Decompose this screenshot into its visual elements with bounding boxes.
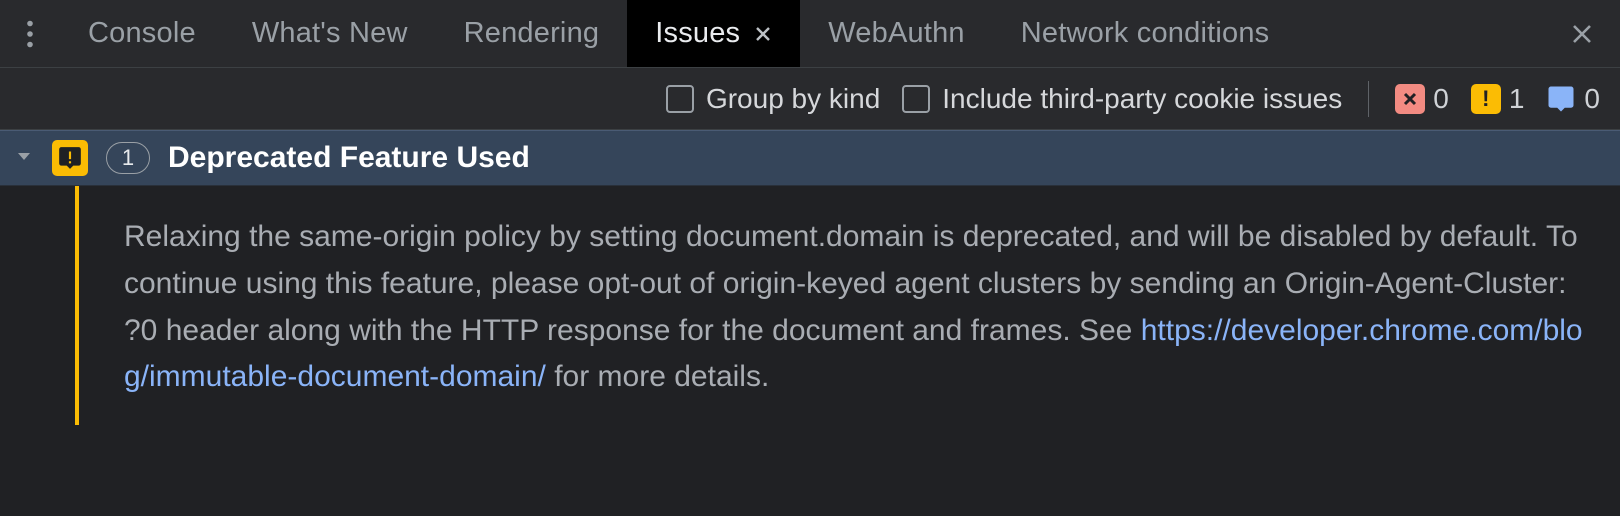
close-tab-icon[interactable] <box>754 25 772 43</box>
info-count[interactable]: 0 <box>1546 83 1600 115</box>
group-by-kind-checkbox[interactable]: Group by kind <box>666 83 880 115</box>
warning-count[interactable]: ! 1 <box>1471 83 1525 115</box>
issue-title: Deprecated Feature Used <box>168 141 530 175</box>
severity-rail <box>0 186 80 425</box>
checkbox-icon <box>666 85 694 113</box>
issue-count-pill: 1 <box>106 142 150 174</box>
tab-label: Console <box>88 17 196 50</box>
checkbox-icon <box>902 85 930 113</box>
count-value: 0 <box>1433 83 1449 115</box>
warning-icon: ! <box>1471 84 1501 114</box>
tab-label: Rendering <box>464 17 600 50</box>
tab-label: WebAuthn <box>828 17 965 50</box>
issue-body: Relaxing the same-origin policy by setti… <box>80 186 1620 425</box>
tab-label: Network conditions <box>1021 17 1270 50</box>
issue-description-text: for more details. <box>546 360 769 393</box>
expand-chevron-icon[interactable] <box>14 143 34 174</box>
warning-icon <box>52 140 88 176</box>
tab-webauthn[interactable]: WebAuthn <box>800 0 993 67</box>
tab-list: Console What's New Rendering Issues WebA… <box>60 0 1297 67</box>
issue-body-container: Relaxing the same-origin policy by setti… <box>0 186 1620 425</box>
drawer-tabbar: Console What's New Rendering Issues WebA… <box>0 0 1620 68</box>
tab-network-conditions[interactable]: Network conditions <box>993 0 1298 67</box>
divider <box>1368 81 1369 117</box>
count-value: 0 <box>1584 83 1600 115</box>
count-value: 1 <box>1509 83 1525 115</box>
tab-rendering[interactable]: Rendering <box>436 0 628 67</box>
close-drawer-button[interactable] <box>1554 0 1610 67</box>
tab-label: What's New <box>252 17 408 50</box>
tab-whats-new[interactable]: What's New <box>224 0 436 67</box>
tab-label: Issues <box>655 17 740 50</box>
error-count[interactable]: 0 <box>1395 83 1449 115</box>
include-third-party-checkbox[interactable]: Include third-party cookie issues <box>902 83 1342 115</box>
info-icon <box>1546 84 1576 114</box>
checkbox-label: Group by kind <box>706 83 880 115</box>
error-icon <box>1395 84 1425 114</box>
tab-issues[interactable]: Issues <box>627 0 800 67</box>
issues-toolbar: Group by kind Include third-party cookie… <box>0 68 1620 130</box>
issue-row-header[interactable]: 1 Deprecated Feature Used <box>0 130 1620 186</box>
tab-console[interactable]: Console <box>60 0 224 67</box>
more-menu-button[interactable] <box>0 0 60 68</box>
checkbox-label: Include third-party cookie issues <box>942 83 1342 115</box>
issue-count-value: 1 <box>122 145 134 171</box>
